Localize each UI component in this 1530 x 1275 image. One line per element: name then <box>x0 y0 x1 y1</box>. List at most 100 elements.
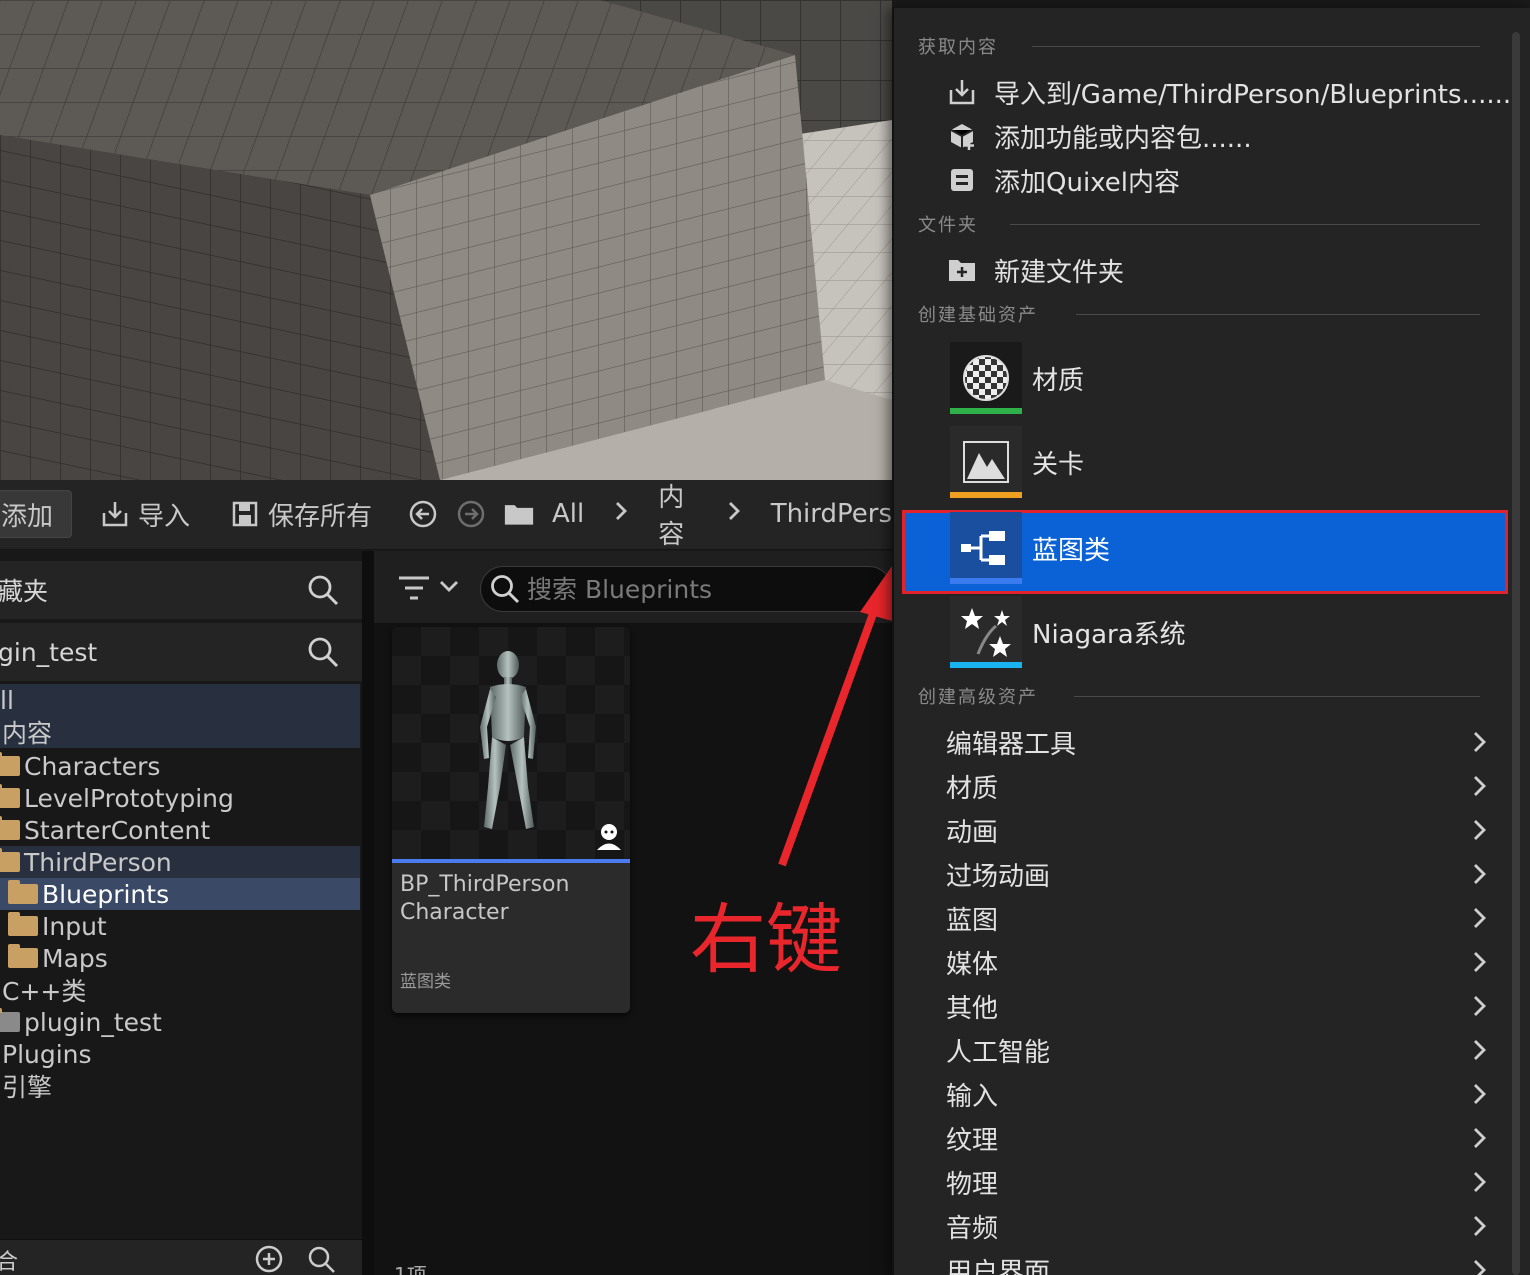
menu-item-import-to[interactable]: 导入到/Game/ThirdPerson/Blueprints...... <box>946 72 1511 112</box>
menu-item-label: 蓝图 <box>946 905 999 936</box>
breadcrumb-content[interactable]: 内容 <box>658 477 696 551</box>
collections-header[interactable]: 合 <box>0 1239 362 1275</box>
submenu-editor-tools[interactable]: 编辑器工具 <box>946 722 1492 762</box>
tree-item-content[interactable]: 内容 <box>0 716 360 748</box>
tree-item-maps[interactable]: Maps <box>0 942 360 974</box>
chevron-right-icon <box>1468 818 1492 842</box>
menu-item-label: 过场动画 <box>946 861 1051 892</box>
submenu-media[interactable]: 媒体 <box>946 942 1492 982</box>
submenu-animation[interactable]: 动画 <box>946 810 1492 850</box>
menu-item-add-quixel[interactable]: 添加Quixel内容 <box>946 160 1180 200</box>
tree-item-blueprints[interactable]: Blueprints <box>0 878 360 910</box>
folder-icon <box>8 912 38 936</box>
menu-item-level[interactable]: 关卡 <box>950 426 1500 498</box>
section-divider <box>1032 46 1480 47</box>
tree-item-plugins[interactable]: Plugins <box>0 1038 360 1070</box>
section-create-basic-asset: 创建基础资产 <box>918 305 1038 326</box>
asset-type-label: 蓝图类 <box>400 972 451 992</box>
tree-item-plugin-test[interactable]: plugin_test <box>0 1006 360 1038</box>
import-icon <box>946 76 978 108</box>
tree-item-levelprototyping[interactable]: LevelPrototyping <box>0 782 360 814</box>
asset-name-line1: BP_ThirdPerson <box>400 872 570 897</box>
submenu-texture[interactable]: 纹理 <box>946 1118 1492 1158</box>
chevron-right-icon <box>1468 1126 1492 1150</box>
tree-item-label: Plugins <box>2 1039 92 1069</box>
submenu-blueprint[interactable]: 蓝图 <box>946 898 1492 938</box>
tree-item-all[interactable]: ll <box>0 684 360 716</box>
history-forward-button[interactable] <box>456 490 486 538</box>
breadcrumb: All 内容 ThirdPers <box>504 483 892 550</box>
chevron-down-icon[interactable] <box>438 577 460 601</box>
search-icon[interactable] <box>306 573 340 607</box>
add-circle-icon[interactable] <box>254 1244 284 1275</box>
menu-item-label: 编辑器工具 <box>946 729 1077 760</box>
project-header[interactable]: gin_test <box>0 623 362 681</box>
chevron-right-icon <box>614 499 628 529</box>
tree-item-label: C++类 <box>2 977 87 1006</box>
asset-color-stripe <box>950 492 1022 498</box>
menu-item-niagara-system[interactable]: Niagara系统 <box>950 596 1500 668</box>
menu-item-label: 导入到/Game/ThirdPerson/Blueprints...... <box>994 79 1512 110</box>
submenu-cinematics[interactable]: 过场动画 <box>946 854 1492 894</box>
tree-item-startercontent[interactable]: StarterContent <box>0 814 360 846</box>
folder-icon <box>0 816 20 840</box>
menu-item-label: 新建文件夹 <box>994 257 1125 288</box>
menu-item-label: Niagara系统 <box>1032 619 1186 650</box>
section-divider <box>1074 696 1480 697</box>
collections-label: 合 <box>0 1250 19 1275</box>
submenu-physics[interactable]: 物理 <box>946 1162 1492 1202</box>
import-button[interactable]: 导入 <box>100 490 190 538</box>
history-back-button[interactable] <box>408 490 438 538</box>
submenu-misc[interactable]: 其他 <box>946 986 1492 1026</box>
menu-item-label: 动画 <box>946 817 999 848</box>
feature-pack-icon <box>946 120 978 152</box>
tree-item-label: ThirdPerson <box>24 847 172 877</box>
menu-item-label: 材质 <box>946 773 999 804</box>
tree-item-cpp-classes[interactable]: C++类 <box>0 974 360 1006</box>
menu-item-label: 输入 <box>946 1081 999 1112</box>
open-folder-icon <box>8 880 38 904</box>
search-icon[interactable] <box>306 1244 336 1275</box>
tree-item-input[interactable]: Input <box>0 910 360 942</box>
submenu-material[interactable]: 材质 <box>946 766 1492 806</box>
sources-panel: 藏夹 gin_test ll 内容 Characters LevelProtot… <box>0 551 362 1275</box>
tree-item-characters[interactable]: Characters <box>0 750 360 782</box>
asset-color-stripe <box>950 578 1022 584</box>
tree-item-label: Blueprints <box>42 879 170 909</box>
tree-item-engine[interactable]: 引擎 <box>0 1070 360 1102</box>
level-viewport[interactable] <box>0 0 892 480</box>
menu-item-new-folder[interactable]: 新建文件夹 <box>946 250 1124 290</box>
chevron-right-icon <box>1468 950 1492 974</box>
save-all-button[interactable]: 保存所有 <box>230 490 372 538</box>
breadcrumb-all[interactable]: All <box>552 499 584 529</box>
asset-tile-bp-thirdpersoncharacter[interactable]: BP_ThirdPerson Character 蓝图类 <box>392 627 630 1013</box>
menu-item-add-feature-pack[interactable]: 添加功能或内容包...... <box>946 116 1252 156</box>
menu-scrollbar[interactable] <box>1512 32 1520 1275</box>
menu-item-label: 纹理 <box>946 1125 999 1156</box>
breadcrumb-thirdperson[interactable]: ThirdPers <box>771 499 892 529</box>
tree-item-thirdperson[interactable]: ThirdPerson <box>0 846 360 878</box>
asset-name: BP_ThirdPerson Character <box>400 871 624 927</box>
tree-item-label: LevelPrototyping <box>24 783 234 813</box>
section-divider <box>1010 224 1480 225</box>
submenu-input[interactable]: 输入 <box>946 1074 1492 1114</box>
tree-item-label: Maps <box>42 943 108 973</box>
folder-icon <box>8 944 38 968</box>
menu-item-blueprint-class[interactable]: 蓝图类 <box>950 512 1500 584</box>
add-button[interactable]: 添加 <box>0 490 72 538</box>
menu-item-material[interactable]: 材质 <box>950 342 1500 414</box>
submenu-audio[interactable]: 音频 <box>946 1206 1492 1246</box>
filter-icon[interactable] <box>396 571 432 609</box>
character-type-icon <box>594 821 624 855</box>
favorites-header[interactable]: 藏夹 <box>0 561 362 619</box>
section-divider <box>1076 314 1480 315</box>
folder-icon <box>0 784 20 808</box>
panel-splitter[interactable] <box>362 551 374 1275</box>
search-icon[interactable] <box>306 635 340 669</box>
asset-color-stripe <box>950 662 1022 668</box>
submenu-ai[interactable]: 人工智能 <box>946 1030 1492 1070</box>
menu-item-label: 添加功能或内容包...... <box>994 123 1252 154</box>
submenu-user-interface[interactable]: 用户界面 <box>946 1250 1492 1275</box>
context-menu: 获取内容 导入到/Game/ThirdPerson/Blueprints....… <box>892 8 1530 1275</box>
save-icon <box>230 499 260 529</box>
